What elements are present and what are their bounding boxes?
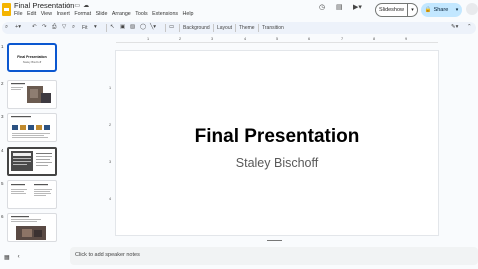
speaker-notes-placeholder: Click to add speaker notes — [75, 252, 140, 258]
background-button[interactable]: Background — [183, 25, 210, 31]
collapse-panel-icon[interactable]: ‹ — [18, 254, 20, 261]
slides-logo-icon[interactable] — [2, 3, 11, 16]
slide-thumbnail-1[interactable]: Final Presentation Staley Bischoff — [7, 43, 57, 72]
slide-number: 4 — [1, 148, 4, 153]
slide-number: 3 — [1, 114, 4, 119]
transition-button[interactable]: Transition — [262, 25, 284, 31]
app-header: Final Presentation ☆ ▭ ☁ File Edit View … — [0, 0, 478, 20]
slide-thumbnail-3[interactable] — [7, 113, 57, 142]
zoom-chevron-icon[interactable]: ▾ — [94, 24, 97, 30]
layout-button[interactable]: Layout — [217, 25, 232, 31]
menu-edit[interactable]: Edit — [27, 11, 36, 17]
menu-file[interactable]: File — [14, 11, 23, 17]
text-box-icon[interactable]: ▣ — [120, 24, 125, 30]
cloud-status-icon[interactable]: ☁ — [83, 2, 89, 9]
menu-help[interactable]: Help — [183, 11, 194, 17]
slide-thumbnail-5[interactable] — [7, 180, 57, 209]
slide-thumbnail-4[interactable] — [7, 147, 57, 176]
slide-number: 6 — [1, 214, 4, 219]
horizontal-ruler: 1 2 3 4 5 6 7 8 9 — [116, 37, 438, 43]
ruler-mark: 3 — [211, 37, 214, 41]
paint-format-icon[interactable]: ▽ — [62, 24, 66, 30]
select-pointer-icon[interactable]: ↖ — [110, 24, 115, 30]
ruler-mark: 4 — [109, 197, 112, 201]
ruler-mark: 1 — [109, 86, 112, 90]
menu-format[interactable]: Format — [74, 11, 91, 17]
slideshow-button[interactable]: Slideshow ▾ — [375, 3, 418, 17]
slide-title[interactable]: Final Presentation — [116, 126, 438, 148]
redo-icon[interactable]: ↷ — [42, 24, 47, 30]
ruler-mark: 7 — [341, 37, 344, 41]
avatar[interactable] — [466, 3, 478, 15]
menu-view[interactable]: View — [41, 11, 52, 17]
ruler-mark: 9 — [405, 37, 408, 41]
chevron-down-icon[interactable]: ▾ — [408, 7, 417, 13]
theme-button[interactable]: Theme — [239, 25, 255, 31]
slideshow-label: Slideshow — [378, 7, 405, 13]
slide-subtitle[interactable]: Staley Bischoff — [116, 156, 438, 170]
menu-insert[interactable]: Insert — [57, 11, 70, 17]
ruler-mark: 5 — [276, 37, 279, 41]
ruler-mark: 2 — [179, 37, 182, 41]
share-label: Share — [433, 7, 449, 13]
ruler-mark: 4 — [244, 37, 247, 41]
image-icon[interactable]: ▨ — [130, 24, 135, 30]
speaker-notes[interactable]: Click to add speaker notes — [70, 247, 478, 265]
slide-filmstrip: 1 Final Presentation Staley Bischoff 2 3 — [0, 36, 66, 246]
menu-extensions[interactable]: Extensions — [152, 11, 178, 17]
thumb-subtitle: Staley Bischoff — [22, 60, 42, 64]
filmstrip-controls: ▦ ‹ — [4, 254, 20, 261]
slide-number: 2 — [1, 81, 4, 86]
slide-3-preview — [11, 116, 50, 138]
undo-icon[interactable]: ↶ — [32, 24, 37, 30]
share-dropdown-icon[interactable]: ▾ — [452, 3, 462, 17]
lock-icon: 🔒 — [424, 7, 432, 13]
star-icon[interactable]: ☆ — [66, 2, 71, 9]
line-icon[interactable]: ╲▾ — [150, 24, 156, 30]
chevron-up-icon[interactable]: ⌃ — [467, 24, 472, 30]
grid-view-icon[interactable]: ▦ — [4, 254, 10, 261]
comment-icon[interactable]: ▭ — [169, 24, 174, 30]
shape-icon[interactable]: ◯ — [140, 24, 146, 30]
pen-icon[interactable]: ✎▾ — [451, 24, 458, 30]
title-icons: ☆ ▭ ☁ — [66, 2, 89, 9]
thumb-title: Final Presentation — [17, 55, 47, 59]
ruler-mark: 3 — [109, 160, 112, 164]
comments-icon[interactable]: ▤ — [336, 3, 343, 11]
menu-tools[interactable]: Tools — [135, 11, 147, 17]
move-folder-icon[interactable]: ▭ — [74, 2, 80, 9]
zoom-icon[interactable]: ⌕ — [72, 24, 75, 31]
slide-number: 5 — [1, 181, 4, 186]
slide-6-preview — [11, 216, 46, 240]
toolbar: ⌕ +▾ ↶ ↷ ⎙ ▽ ⌕ Fit ▾ ↖ ▣ ▨ ◯ ╲▾ ▭ Backgr… — [2, 22, 476, 34]
print-icon[interactable]: ⎙ — [52, 24, 56, 31]
slide-number: 1 — [1, 44, 4, 49]
ruler-mark: 8 — [373, 37, 376, 41]
slide-2-preview — [11, 83, 51, 103]
vertical-ruler: 1 2 3 4 — [109, 51, 114, 235]
slide-4-preview — [11, 151, 52, 171]
menu-arrange[interactable]: Arrange — [112, 11, 131, 17]
menu-bar: File Edit View Insert Format Slide Arran… — [14, 11, 193, 17]
meet-icon[interactable]: ▶▾ — [353, 3, 362, 11]
history-icon[interactable]: ◷ — [319, 3, 325, 11]
slide-5-preview — [11, 184, 52, 196]
ruler-mark: 6 — [308, 37, 311, 41]
new-slide-icon[interactable]: +▾ — [15, 24, 21, 30]
slide-thumbnail-6[interactable] — [7, 213, 57, 242]
slide-canvas[interactable]: Final Presentation Staley Bischoff — [116, 51, 438, 235]
menu-slide[interactable]: Slide — [96, 11, 108, 17]
ruler-mark: 2 — [109, 123, 112, 127]
search-icon[interactable]: ⌕ — [5, 24, 8, 31]
notes-resize-handle[interactable] — [267, 240, 282, 241]
slide-thumbnail-2[interactable] — [7, 80, 57, 109]
ruler-mark: 1 — [147, 37, 150, 41]
zoom-select[interactable]: Fit — [82, 25, 88, 31]
